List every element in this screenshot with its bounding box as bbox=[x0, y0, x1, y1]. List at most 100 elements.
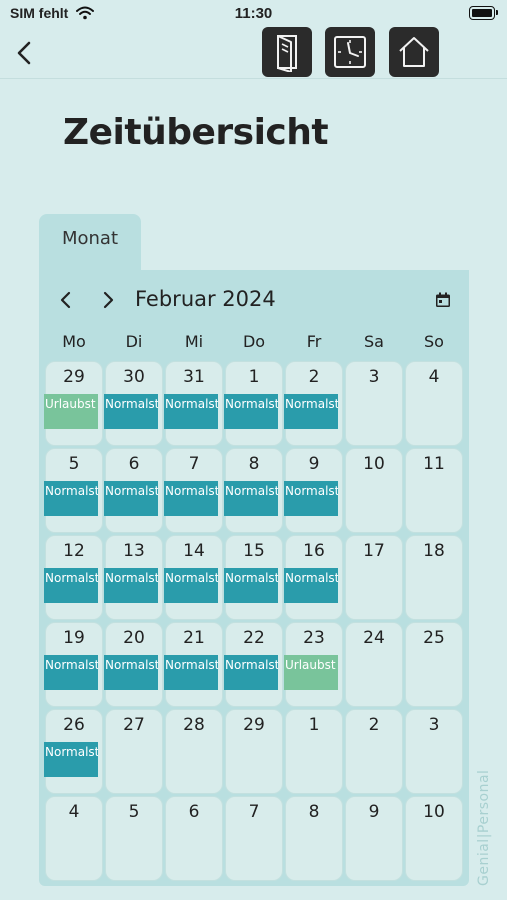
calendar-day-cell[interactable]: 19 Normalst bbox=[44, 623, 102, 706]
day-number: 7 bbox=[248, 802, 260, 822]
calendar-day-cell[interactable]: 27 bbox=[106, 710, 162, 793]
normal-shift-event[interactable]: Normalst bbox=[164, 394, 218, 429]
month-calendar: Februar 2024 Mo Di Mi Do Fr Sa So 29 Urla… bbox=[39, 270, 469, 886]
day-number: 31 bbox=[183, 367, 205, 387]
chevron-left-icon bbox=[60, 291, 71, 309]
calendar-day-cell[interactable]: 13 Normalst bbox=[104, 536, 162, 619]
day-number: 16 bbox=[303, 541, 325, 561]
normal-shift-event[interactable]: Normalst bbox=[44, 481, 98, 516]
weekday-label: Mi bbox=[184, 332, 204, 351]
normal-shift-event[interactable]: Normalst bbox=[164, 568, 218, 603]
previous-month-button[interactable] bbox=[55, 288, 77, 312]
calendar-day-cell[interactable]: 23 Urlaubst bbox=[284, 623, 342, 706]
back-button[interactable] bbox=[12, 38, 38, 68]
documents-button[interactable] bbox=[262, 27, 312, 77]
vacation-event[interactable]: Urlaubst bbox=[284, 655, 338, 690]
calendar-day-cell[interactable]: 11 bbox=[406, 449, 462, 532]
day-number: 6 bbox=[128, 454, 140, 474]
calendar-day-cell[interactable]: 2 Normalst bbox=[284, 362, 342, 445]
calendar-day-cell[interactable]: 1 Normalst bbox=[224, 362, 282, 445]
calendar-day-cell[interactable]: 21 Normalst bbox=[164, 623, 222, 706]
normal-shift-event[interactable]: Normalst bbox=[164, 481, 218, 516]
calendar-day-cell[interactable]: 3 bbox=[346, 362, 402, 445]
calendar-day-cell[interactable]: 29 Urlaubst bbox=[44, 362, 102, 445]
calendar-day-cell[interactable]: 10 bbox=[346, 449, 402, 532]
normal-shift-event[interactable]: Normalst bbox=[224, 655, 278, 690]
day-number: 10 bbox=[423, 802, 445, 822]
calendar-day-cell[interactable]: 7 bbox=[226, 797, 282, 880]
month-label: Februar 2024 bbox=[135, 287, 276, 311]
date-picker-button[interactable] bbox=[435, 292, 451, 308]
document-icon bbox=[277, 35, 297, 72]
calendar-day-cell[interactable]: 31 Normalst bbox=[164, 362, 222, 445]
day-number: 10 bbox=[363, 454, 385, 474]
calendar-day-cell[interactable]: 12 Normalst bbox=[44, 536, 102, 619]
tab-month-label: Monat bbox=[61, 228, 119, 249]
normal-shift-event[interactable]: Normalst bbox=[44, 742, 98, 777]
calendar-day-cell[interactable]: 7 Normalst bbox=[164, 449, 222, 532]
calendar-day-cell[interactable]: 5 Normalst bbox=[44, 449, 102, 532]
vacation-event[interactable]: Urlaubst bbox=[44, 394, 98, 429]
weekday-header: Mo Di Mi Do Fr Sa So bbox=[39, 330, 469, 360]
battery-icon bbox=[469, 6, 498, 20]
normal-shift-event[interactable]: Normalst bbox=[44, 655, 98, 690]
calendar-day-cell[interactable]: 1 bbox=[286, 710, 342, 793]
normal-shift-event[interactable]: Normalst bbox=[284, 568, 338, 603]
navigation-bar bbox=[0, 27, 507, 79]
normal-shift-event[interactable]: Normalst bbox=[224, 568, 278, 603]
weekday-label: Do bbox=[242, 332, 266, 351]
day-number: 4 bbox=[428, 367, 440, 387]
time-tracking-button[interactable] bbox=[325, 27, 375, 77]
normal-shift-event[interactable]: Normalst bbox=[104, 655, 158, 690]
normal-shift-event[interactable]: Normalst bbox=[284, 481, 338, 516]
calendar-day-cell[interactable]: 14 Normalst bbox=[164, 536, 222, 619]
clock-icon bbox=[334, 36, 366, 68]
normal-shift-event[interactable]: Normalst bbox=[284, 394, 338, 429]
calendar-day-cell[interactable]: 3 bbox=[406, 710, 462, 793]
calendar-day-cell[interactable]: 25 bbox=[406, 623, 462, 706]
calendar-day-cell[interactable]: 4 bbox=[46, 797, 102, 880]
normal-shift-event[interactable]: Normalst bbox=[224, 394, 278, 429]
calendar-day-cell[interactable]: 28 bbox=[166, 710, 222, 793]
calendar-day-cell[interactable]: 20 Normalst bbox=[104, 623, 162, 706]
calendar-day-cell[interactable]: 2 bbox=[346, 710, 402, 793]
calendar-day-cell[interactable]: 10 bbox=[406, 797, 462, 880]
home-button[interactable] bbox=[389, 27, 439, 77]
calendar-day-cell[interactable]: 6 Normalst bbox=[104, 449, 162, 532]
tab-month[interactable]: Monat bbox=[39, 214, 141, 274]
calendar-day-cell[interactable]: 4 bbox=[406, 362, 462, 445]
next-month-button[interactable] bbox=[97, 288, 119, 312]
calendar-day-cell[interactable]: 8 bbox=[286, 797, 342, 880]
calendar-day-cell[interactable]: 30 Normalst bbox=[104, 362, 162, 445]
calendar-day-cell[interactable]: 9 bbox=[346, 797, 402, 880]
normal-shift-event[interactable]: Normalst bbox=[44, 568, 98, 603]
calendar-day-cell[interactable]: 24 bbox=[346, 623, 402, 706]
calendar-day-cell[interactable]: 16 Normalst bbox=[284, 536, 342, 619]
weekday-label: Mo bbox=[62, 332, 86, 351]
day-number: 15 bbox=[243, 541, 265, 561]
calendar-day-cell[interactable]: 22 Normalst bbox=[224, 623, 282, 706]
calendar-day-cell[interactable]: 17 bbox=[346, 536, 402, 619]
normal-shift-event[interactable]: Normalst bbox=[104, 568, 158, 603]
normal-shift-event[interactable]: Normalst bbox=[104, 394, 158, 429]
calendar-day-cell[interactable]: 9 Normalst bbox=[284, 449, 342, 532]
brand-watermark: Genial|Personal bbox=[476, 769, 492, 886]
weekday-label: Sa bbox=[364, 332, 384, 351]
normal-shift-event[interactable]: Normalst bbox=[104, 481, 158, 516]
calendar-day-cell[interactable]: 5 bbox=[106, 797, 162, 880]
weekday-label: Di bbox=[125, 332, 143, 351]
normal-shift-event[interactable]: Normalst bbox=[164, 655, 218, 690]
normal-shift-event[interactable]: Normalst bbox=[224, 481, 278, 516]
calendar-day-cell[interactable]: 26 Normalst bbox=[44, 710, 102, 793]
calendar-day-cell[interactable]: 15 Normalst bbox=[224, 536, 282, 619]
status-bar: SIM fehlt 11:30 bbox=[0, 0, 507, 28]
day-number: 3 bbox=[428, 715, 440, 735]
day-number: 5 bbox=[128, 802, 140, 822]
calendar-day-cell[interactable]: 6 bbox=[166, 797, 222, 880]
calendar-day-cell[interactable]: 29 bbox=[226, 710, 282, 793]
day-number: 24 bbox=[363, 628, 385, 648]
calendar-day-cell[interactable]: 18 bbox=[406, 536, 462, 619]
calendar-day-cell[interactable]: 8 Normalst bbox=[224, 449, 282, 532]
day-number: 7 bbox=[188, 454, 200, 474]
calendar-icon bbox=[436, 292, 450, 307]
